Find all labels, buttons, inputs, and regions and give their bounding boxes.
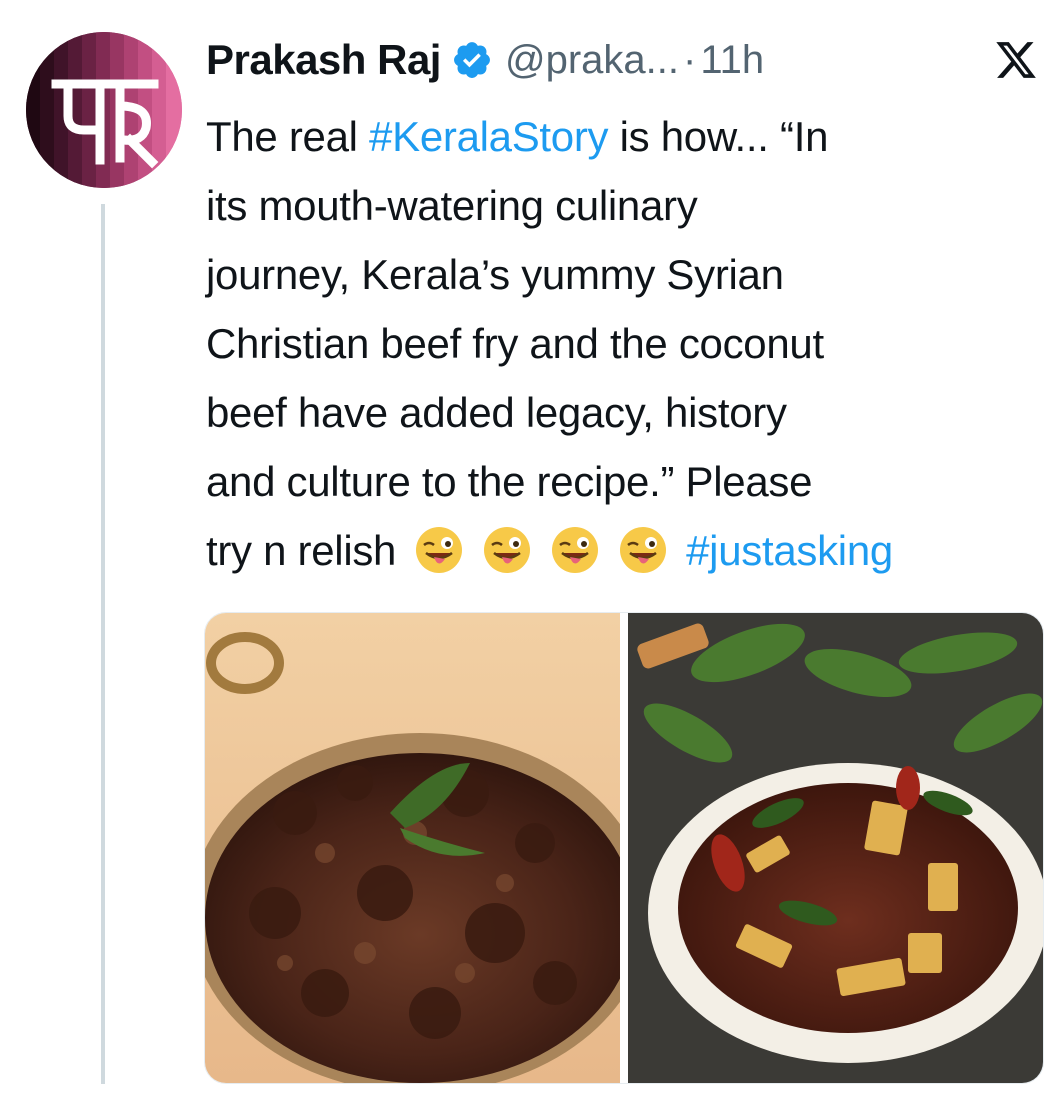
tweet-line-7: try n relish #justasking	[206, 516, 1046, 585]
winking-tongue-emoji-icon	[552, 527, 599, 573]
author-handle[interactable]: @praka...	[505, 38, 679, 83]
time-separator: ·	[683, 37, 697, 82]
tweet-header: Prakash Raj @praka... · 11h	[206, 30, 1046, 90]
hashtag-justasking[interactable]: #justasking	[686, 527, 893, 574]
tweet-text: The real #KeralaStory is how... “In its …	[206, 102, 1046, 585]
tweet-line-5: beef have added legacy, history	[206, 389, 787, 436]
text-segment: The real	[206, 113, 370, 160]
avatar-logo	[26, 32, 182, 188]
text-segment: try n relish	[206, 527, 397, 574]
hashtag-keralastory[interactable]: #KeralaStory	[369, 113, 609, 160]
tweet-line-2: its mouth-watering culinary	[206, 182, 698, 229]
tweet-timestamp[interactable]: 11h	[700, 38, 764, 83]
tweet-line-1: The real #KeralaStory is how... “In	[206, 102, 1046, 171]
winking-tongue-emoji-icon	[416, 527, 463, 573]
winking-tongue-emoji-icon	[484, 527, 531, 573]
beef-fry-in-pan-photo[interactable]	[205, 613, 620, 1083]
winking-tongue-emoji-icon	[620, 527, 667, 573]
coconut-beef-plate-photo[interactable]	[628, 613, 1043, 1083]
tweet-line-4: Christian beef fry and the coconut	[206, 320, 824, 367]
x-logo-icon	[996, 42, 1036, 78]
text-segment: is how... “In	[608, 113, 829, 160]
author-name[interactable]: Prakash Raj	[206, 36, 441, 84]
thread-line	[101, 204, 105, 1084]
tweet-line-6: and culture to the recipe.” Please	[206, 458, 813, 505]
verified-badge-icon	[454, 42, 490, 78]
tweet-media	[204, 612, 1044, 1084]
tweet-line-3: journey, Kerala’s yummy Syrian	[206, 251, 784, 298]
avatar[interactable]	[26, 32, 182, 188]
